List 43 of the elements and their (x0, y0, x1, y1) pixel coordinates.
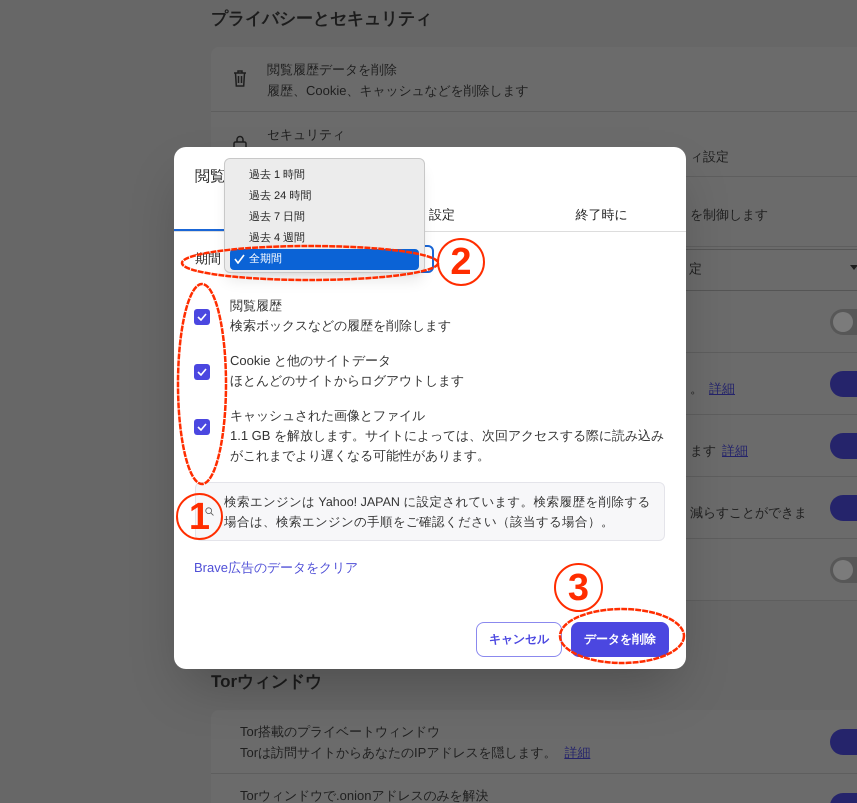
caret-icon (850, 265, 857, 270)
checkmark-icon (197, 368, 207, 376)
option-title: 閲覧履歴 (230, 297, 283, 315)
option-title: キャッシュされた画像とファイル (230, 407, 426, 425)
dropdown-option[interactable]: 過去 7 日間 (230, 207, 419, 228)
notice-text: 検索エンジンは Yahoo! JAPAN に設定されています。検索履歴を削除する場合は、検索エンジンの手順をご確認ください（該当する場合）。 (224, 494, 652, 530)
step-number-marker: 1 (176, 493, 223, 540)
dialog-tab[interactable]: 終了時に (516, 200, 687, 231)
row-description: Torは訪問サイトからあなたのIPアドレスを隠します。 (240, 744, 556, 762)
clear-ads-data-link[interactable]: Brave広告のデータをクリア (194, 558, 358, 578)
option-description: 検索ボックスなどの履歴を削除します (230, 317, 452, 335)
dropdown-option[interactable]: 過去 4 週間 (230, 228, 419, 249)
row-description: 定 (689, 260, 702, 278)
row-description: 減らすことができま (690, 504, 807, 522)
row-title: Torウィンドウで.onionアドレスのみを解決 (240, 787, 488, 803)
row-title: Tor搭載のプライベートウィンドウ (240, 723, 442, 741)
dialog-title: 閲覧 (195, 168, 225, 185)
row-description: ます (690, 442, 716, 460)
option-description: 1.1 GB を解放します。サイトによっては、次回アクセスする際に読み込みがこれまでより遅くなる可能性があります。 (230, 427, 666, 465)
row-description: ィ設定 (690, 148, 729, 166)
checkbox[interactable] (194, 364, 210, 380)
checkbox[interactable] (194, 419, 210, 435)
delete-data-button[interactable]: データを削除 (571, 622, 669, 656)
checkbox[interactable] (194, 309, 210, 325)
dropdown-option[interactable]: 過去 24 時間 (230, 186, 419, 207)
option-description: ほとんどのサイトからログアウトします (230, 372, 465, 390)
dropdown-option[interactable]: 全期間 (230, 249, 419, 270)
section-heading: Torウィンドウ (211, 671, 324, 693)
row-title: セキュリティ (267, 126, 345, 144)
row-description: 履歴、Cookie、キャッシュなどを削除します (267, 82, 528, 100)
checkmark-icon (197, 313, 207, 321)
checkmark-icon (197, 423, 207, 431)
cancel-button[interactable]: キャンセル (476, 622, 562, 656)
row-description: 。 (690, 380, 703, 398)
trash-icon (233, 70, 247, 87)
option-title: Cookie と他のサイトデータ (230, 352, 392, 370)
dropdown-option[interactable]: 過去 1 時間 (230, 165, 419, 186)
step-number-marker: 3 (554, 563, 603, 612)
step-number-marker: 2 (437, 238, 485, 286)
row-description: を制御します (690, 206, 768, 224)
checkmark-icon (234, 254, 245, 264)
section-heading: プライバシーとセキュリティ (211, 8, 433, 30)
row-title: 閲覧履歴データを削除 (267, 61, 398, 79)
